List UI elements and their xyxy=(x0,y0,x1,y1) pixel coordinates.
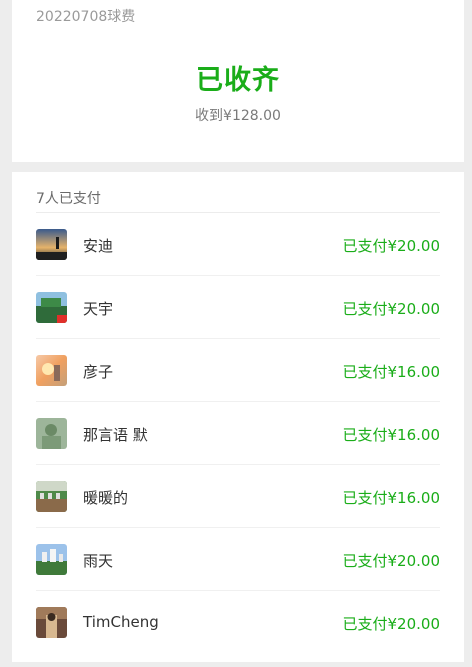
payer-row[interactable]: 彦子 已支付¥16.00 xyxy=(36,339,440,402)
payer-name: TimCheng xyxy=(83,613,159,631)
payer-amount: 已支付¥20.00 xyxy=(342,615,441,633)
collection-status: 已收齐 xyxy=(196,65,280,96)
payer-amount: 已支付¥16.00 xyxy=(342,363,441,381)
payer-amount: 已支付¥16.00 xyxy=(342,426,441,444)
payment-collection-page: 20220708球费 已收齐 收到¥128.00 7人已支付 安迪 已支付¥20… xyxy=(0,0,472,667)
payer-row[interactable]: 安迪 已支付¥20.00 xyxy=(36,213,440,276)
payer-row[interactable]: 雨天 已支付¥20.00 xyxy=(36,528,440,591)
avatar xyxy=(36,607,67,638)
collection-note: 20220708球费 xyxy=(36,9,136,25)
payer-row[interactable]: 那言语 默 已支付¥16.00 xyxy=(36,402,440,465)
payer-name: 雨天 xyxy=(83,552,114,570)
payer-row[interactable]: TimCheng 已支付¥20.00 xyxy=(36,591,440,654)
payers-count-header: 7人已支付 xyxy=(36,191,101,207)
payer-amount: 已支付¥20.00 xyxy=(342,300,441,318)
payer-row[interactable]: 天宇 已支付¥20.00 xyxy=(36,276,440,339)
payer-name: 那言语 默 xyxy=(83,426,148,444)
avatar xyxy=(36,292,67,323)
payer-name: 暖暖的 xyxy=(83,489,129,507)
payer-name: 安迪 xyxy=(83,237,114,255)
payer-name: 彦子 xyxy=(83,363,114,381)
avatar xyxy=(36,229,67,260)
avatar xyxy=(36,418,67,449)
payer-name: 天宇 xyxy=(83,300,114,318)
payer-amount: 已支付¥16.00 xyxy=(342,489,441,507)
payer-amount: 已支付¥20.00 xyxy=(342,552,441,570)
avatar xyxy=(36,355,67,386)
payer-row[interactable]: 暖暖的 已支付¥16.00 xyxy=(36,465,440,528)
payer-amount: 已支付¥20.00 xyxy=(342,237,441,255)
avatar xyxy=(36,544,67,575)
avatar xyxy=(36,481,67,512)
collection-summary-card: 20220708球费 已收齐 收到¥128.00 xyxy=(12,0,464,162)
payers-list-card: 7人已支付 安迪 已支付¥20.00 天宇 已支付¥20.00 彦子 已支付¥1… xyxy=(12,172,464,662)
received-amount: 收到¥128.00 xyxy=(195,108,281,124)
